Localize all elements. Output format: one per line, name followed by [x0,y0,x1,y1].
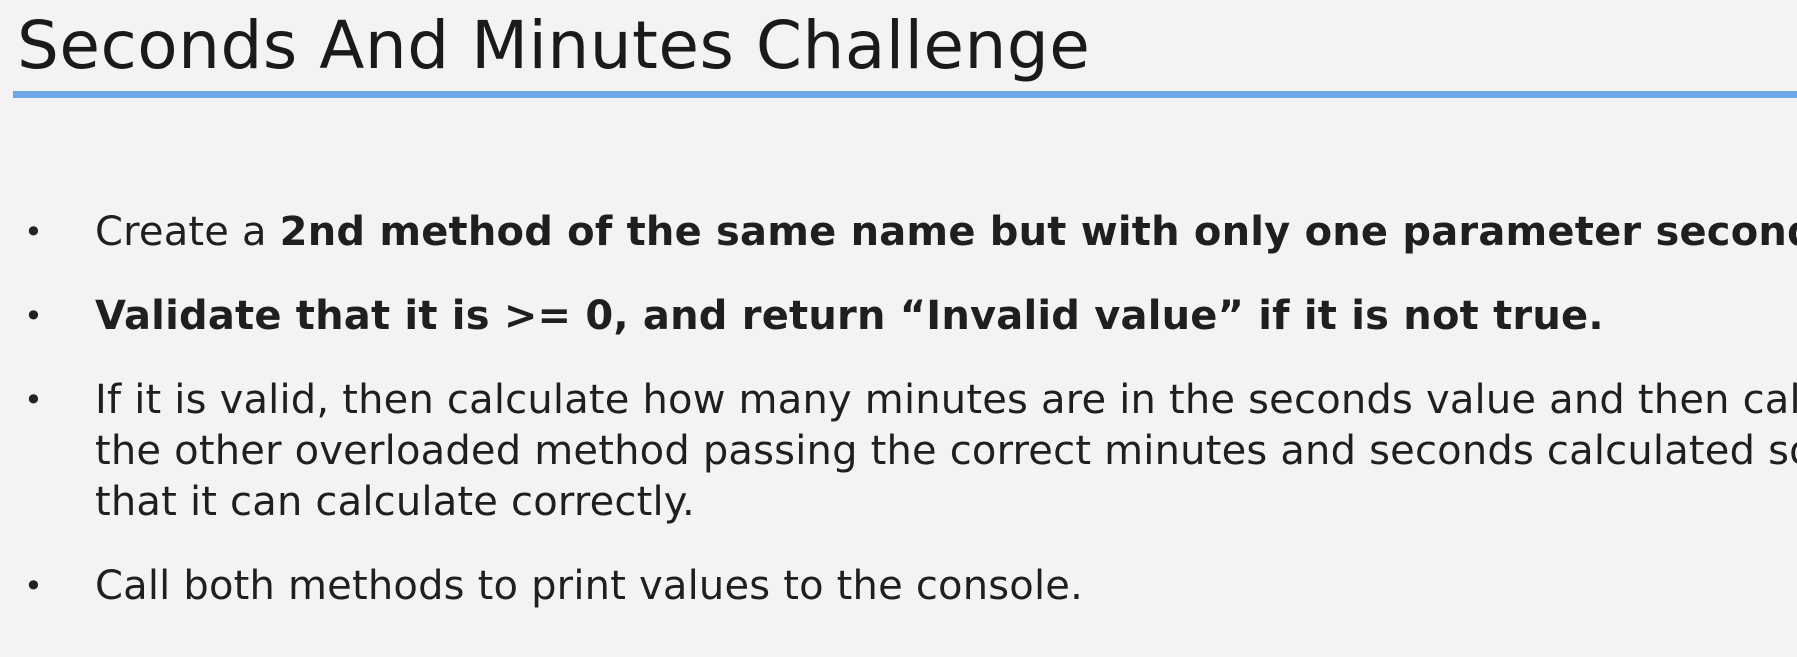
slide-title: Seconds And Minutes Challenge [17,7,1091,84]
bullet-icon: • [24,297,44,335]
bullet-list: • Create a 2nd method of the same name b… [0,207,1797,612]
bullet-3-line-3: that it can calculate correctly. [95,479,695,525]
bullet-item-4: • Call both methods to print values to t… [0,561,1797,612]
bullet-2-bold-text: Validate that it is >= 0, and return “In… [95,293,1604,339]
bullet-1-text: Create a [95,209,280,255]
bullet-4-text: Call both methods to print values to the… [95,563,1084,609]
title-underline [13,91,1797,98]
slide: Seconds And Minutes Challenge • Create a… [0,0,1797,657]
bullet-icon: • [24,213,44,251]
bullet-item-1: • Create a 2nd method of the same name b… [0,207,1797,258]
bullet-1-bold-text: 2nd method of the same name but with onl… [279,209,1797,255]
bullet-item-3: • If it is valid, then calculate how man… [0,375,1797,528]
bullet-item-2: • Validate that it is >= 0, and return “… [0,291,1797,342]
bullet-icon: • [24,381,44,419]
bullet-icon: • [24,567,44,605]
bullet-3-line-1: If it is valid, then calculate how many … [95,377,1797,423]
bullet-3-line-2: the other overloaded method passing the … [95,428,1797,474]
